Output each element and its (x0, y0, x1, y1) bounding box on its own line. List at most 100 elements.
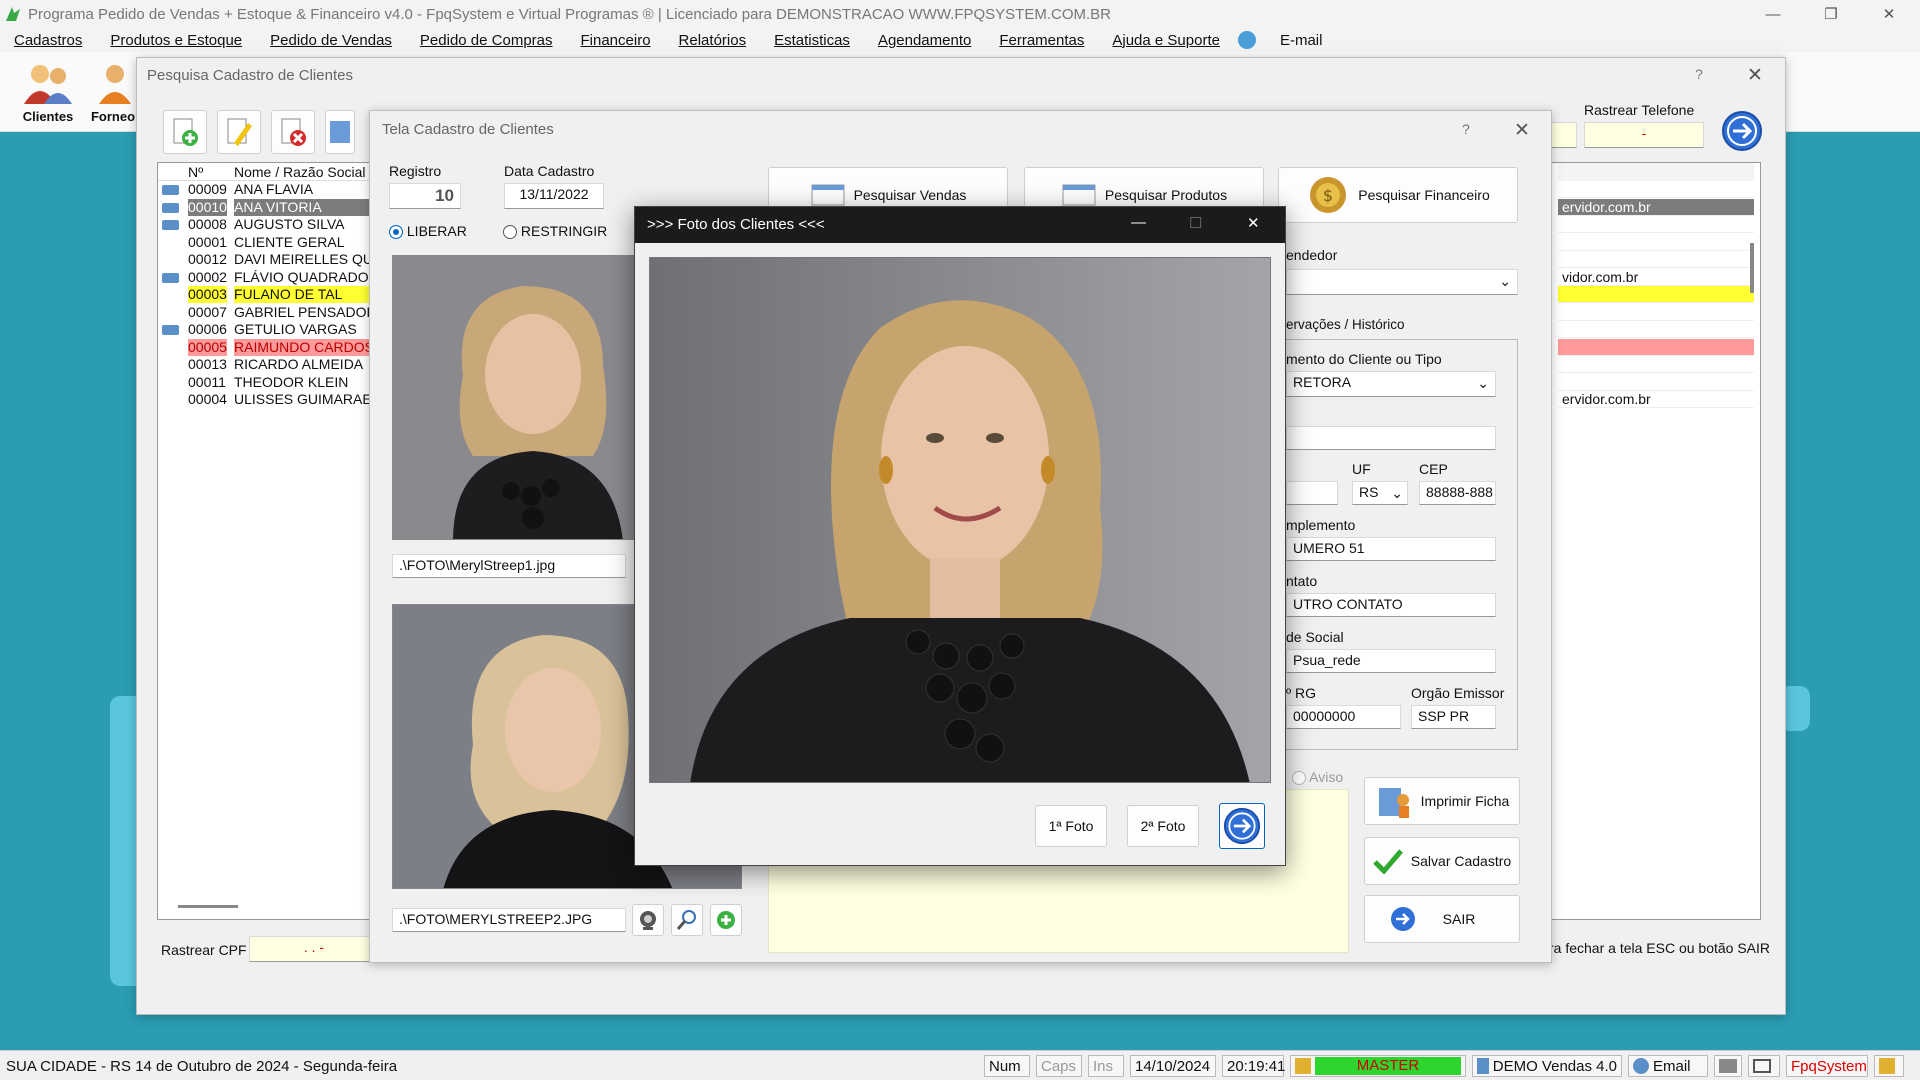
uf-select[interactable]: RS ⌄ (1352, 481, 1408, 505)
menu-item-3[interactable]: Pedido de Compras (406, 32, 567, 49)
liberar-radio[interactable]: LIBERAR (389, 223, 467, 240)
liberar-radio-dot[interactable] (389, 225, 403, 240)
menu-item-5[interactable]: Relatórios (665, 32, 761, 49)
complemento-field[interactable]: UMERO 51 (1286, 537, 1496, 561)
restringir-radio[interactable]: RESTRINGIR (503, 223, 607, 240)
photo2-path-field[interactable]: .\FOTO\MERYLSTREEP2.JPG (392, 908, 626, 932)
orgao-emissor-field[interactable]: SSP PR (1411, 705, 1496, 729)
table-row-right[interactable]: ervidor.com.br (1558, 198, 1754, 216)
table-row[interactable]: 00004 ULISSES GUIMARAES (158, 391, 373, 408)
add-client-button[interactable] (163, 110, 207, 154)
menu-item-email[interactable]: E-mail (1266, 32, 1337, 49)
clientes-toolbar-button[interactable]: Clientes (16, 60, 80, 130)
dialog-minimize-button[interactable]: — (1131, 214, 1146, 231)
registro-field[interactable]: 10 (389, 183, 461, 209)
table-row[interactable]: 00007 GABRIEL PENSADOR (158, 303, 373, 321)
pesquisar-financeiro-button[interactable]: $ Pesquisar Financeiro (1278, 167, 1518, 223)
aviso-radio[interactable]: Aviso (1292, 769, 1343, 786)
close-button[interactable]: ✕ (1860, 0, 1918, 28)
data-cadastro-field[interactable]: 13/11/2022 (504, 183, 604, 209)
grid-hscroll-thumb[interactable] (178, 905, 238, 908)
table-row-right[interactable] (1558, 251, 1754, 268)
photo-next-button[interactable] (1219, 803, 1265, 849)
search-go-button[interactable] (1721, 110, 1763, 155)
table-row[interactable]: 00006 GETULIO VARGAS (158, 321, 373, 338)
status-extra-button[interactable] (1874, 1055, 1904, 1077)
phone-filter-input[interactable]: - (1584, 122, 1704, 148)
client-photo-1[interactable] (392, 255, 672, 540)
search-help-button[interactable]: ? (1695, 66, 1703, 82)
grid-scrollbar-thumb[interactable] (1750, 243, 1754, 293)
dialog-close-button[interactable]: ✕ (1247, 214, 1260, 232)
table-row[interactable]: 00012 DAVI MEIRELLES QUA (158, 251, 373, 268)
photo1-path-field[interactable]: .\FOTO\MerylStreep1.jpg (392, 554, 626, 578)
table-row-right[interactable] (1558, 181, 1754, 198)
restore-button[interactable]: ❐ (1802, 0, 1860, 28)
edit-client-button[interactable] (217, 110, 261, 154)
delete-client-button[interactable] (271, 110, 315, 154)
menu-item-1[interactable]: Produtos e Estoque (96, 32, 256, 49)
table-row-right[interactable] (1558, 233, 1754, 251)
register-close-button[interactable]: ✕ (1514, 119, 1530, 142)
table-row-right[interactable] (1558, 373, 1754, 391)
table-row[interactable]: 00011 THEODOR KLEIN (158, 373, 373, 391)
table-row-right[interactable] (1558, 338, 1754, 356)
add-photo-button[interactable] (710, 904, 742, 936)
menu-item-9[interactable]: Ajuda e Suporte (1098, 32, 1234, 49)
table-row[interactable]: 00009 ANA FLAVIA (158, 181, 373, 198)
register-help-button[interactable]: ? (1462, 121, 1470, 137)
minimize-button[interactable]: — (1744, 0, 1802, 28)
menu-item-4[interactable]: Financeiro (567, 32, 665, 49)
column-header-num[interactable]: Nº (188, 164, 203, 180)
aviso-radio-dot[interactable] (1292, 771, 1306, 786)
menu-item-2[interactable]: Pedido de Vendas (256, 32, 406, 49)
webcam-button[interactable] (632, 904, 664, 936)
search-close-button[interactable]: ✕ (1747, 64, 1763, 87)
restringir-radio-dot[interactable] (503, 225, 517, 240)
menu-item-7[interactable]: Agendamento (864, 32, 985, 49)
menu-item-6[interactable]: Estatisticas (760, 32, 864, 49)
table-row[interactable]: 00010 ANA VITORIA (158, 198, 373, 216)
cidade-field[interactable] (1286, 481, 1338, 505)
print-list-button[interactable] (325, 110, 355, 154)
table-row-right[interactable] (1558, 303, 1754, 321)
status-monitor-button[interactable] (1748, 1055, 1780, 1077)
table-row-right[interactable]: vidor.com.br (1558, 268, 1754, 286)
status-brand[interactable]: FpqSystem (1786, 1055, 1868, 1077)
salvar-cadastro-button[interactable]: Salvar Cadastro (1364, 837, 1520, 885)
table-row-right[interactable] (1558, 286, 1754, 303)
table-row-right[interactable]: ervidor.com.br (1558, 391, 1754, 408)
table-row[interactable]: 00013 RICARDO ALMEIDA (158, 356, 373, 373)
column-header-name[interactable]: Nome / Razão Social (234, 164, 366, 180)
status-tool-button[interactable] (1714, 1055, 1742, 1077)
imprimir-ficha-button[interactable]: Imprimir Ficha (1364, 777, 1520, 825)
table-row[interactable]: 00005 RAIMUNDO CARDOSO (158, 338, 373, 356)
row-name: ANA FLAVIA (234, 181, 373, 198)
zoom-photo-button[interactable] (671, 904, 703, 936)
menu-item-8[interactable]: Ferramentas (985, 32, 1098, 49)
foto1-button[interactable]: 1ª Foto (1035, 805, 1107, 847)
cep-field[interactable]: 88888-888 (1419, 481, 1496, 505)
email-globe-icon[interactable] (1237, 31, 1256, 49)
table-row[interactable]: 00003 FULANO DE TAL (158, 286, 373, 303)
menu-item-0[interactable]: Cadastros (0, 32, 96, 49)
table-row-right[interactable] (1558, 216, 1754, 233)
cpf-filter-input[interactable]: . . - (249, 936, 379, 962)
table-row[interactable]: 00001 CLIENTE GERAL (158, 233, 373, 251)
table-row[interactable]: 00002 FLÁVIO QUADRADO (158, 268, 373, 286)
status-email-button[interactable]: Email (1628, 1055, 1708, 1077)
fornecedores-toolbar-button[interactable]: Forneo (90, 60, 136, 130)
endereco-field[interactable] (1286, 426, 1496, 450)
table-row-right[interactable] (1558, 321, 1754, 338)
table-row[interactable]: 00008 AUGUSTO SILVA (158, 216, 373, 233)
tab-observacoes[interactable]: ervações / Histórico (1286, 317, 1405, 332)
rede-social-field[interactable]: Psua_rede (1286, 649, 1496, 673)
table-row-right[interactable] (1558, 356, 1754, 373)
sair-button[interactable]: SAIR (1364, 895, 1520, 943)
contato-field[interactable]: UTRO CONTATO (1286, 593, 1496, 617)
foto2-button[interactable]: 2ª Foto (1127, 805, 1199, 847)
rg-field[interactable]: 00000000 (1286, 705, 1401, 729)
dialog-maximize-button[interactable]: ☐ (1189, 214, 1202, 232)
segmento-select[interactable]: RETORA ⌄ (1286, 371, 1496, 397)
vendedor-select[interactable]: ⌄ (1286, 269, 1518, 295)
